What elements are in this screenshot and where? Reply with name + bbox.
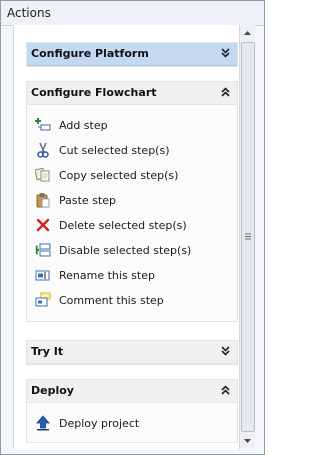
action-rename[interactable]: Rename this step	[27, 263, 237, 288]
action-paste[interactable]: Paste step	[27, 188, 237, 213]
action-label: Paste step	[59, 194, 116, 207]
action-cut[interactable]: Cut selected step(s)	[27, 138, 237, 163]
chevron-double-up-icon[interactable]	[220, 385, 231, 396]
actions-content: Configure Platform Configure Flowchart A…	[13, 25, 241, 449]
action-copy[interactable]: Copy selected step(s)	[27, 163, 237, 188]
copy-icon	[35, 167, 50, 182]
panel-title: Actions	[7, 6, 51, 20]
scissors-icon	[37, 142, 49, 158]
action-label: Rename this step	[59, 269, 155, 282]
chevron-double-down-icon[interactable]	[220, 48, 231, 59]
scroll-down-arrow-icon[interactable]	[240, 433, 255, 449]
action-label: Copy selected step(s)	[59, 169, 179, 182]
section-try-it: Try It	[26, 340, 238, 365]
action-delete[interactable]: Delete selected step(s)	[27, 213, 237, 238]
action-label: Delete selected step(s)	[59, 219, 187, 232]
action-label: Comment this step	[59, 294, 164, 307]
section-header-configure-platform[interactable]: Configure Platform	[27, 43, 237, 66]
section-title: Configure Platform	[31, 47, 149, 60]
panel-titlebar: Actions	[1, 1, 264, 26]
action-deploy-project[interactable]: Deploy project	[27, 411, 237, 436]
action-label: Deploy project	[59, 417, 140, 430]
paste-icon	[36, 193, 50, 208]
section-title: Try It	[31, 345, 64, 358]
action-disable[interactable]: Disable selected step(s)	[27, 238, 237, 263]
disable-step-icon	[35, 243, 51, 257]
section-configure-flowchart: Configure Flowchart Add step Cut selecte…	[26, 81, 238, 322]
action-add-step[interactable]: Add step	[27, 113, 237, 138]
action-label: Cut selected step(s)	[59, 144, 170, 157]
section-header-deploy[interactable]: Deploy	[27, 380, 237, 403]
section-title: Deploy	[31, 384, 74, 397]
section-header-configure-flowchart[interactable]: Configure Flowchart	[27, 82, 237, 105]
chevron-double-down-icon[interactable]	[220, 346, 231, 357]
section-deploy: Deploy Deploy project	[26, 379, 238, 443]
action-label: Add step	[59, 119, 108, 132]
section-configure-platform: Configure Platform	[26, 42, 238, 67]
deploy-arrow-icon	[36, 415, 50, 431]
scrollbar-grip-icon	[245, 233, 251, 240]
add-step-icon	[35, 118, 51, 131]
delete-x-icon	[36, 218, 50, 232]
scrollbar-thumb[interactable]	[241, 42, 255, 432]
action-label: Disable selected step(s)	[59, 244, 192, 257]
section-title: Configure Flowchart	[31, 86, 157, 99]
section-header-try-it[interactable]: Try It	[27, 341, 237, 364]
vertical-scrollbar[interactable]	[239, 25, 255, 449]
rename-icon	[35, 270, 50, 281]
actions-panel: Actions Configure Platform Configure Flo…	[0, 0, 265, 455]
chevron-double-up-icon[interactable]	[220, 87, 231, 98]
scroll-up-arrow-icon[interactable]	[240, 25, 255, 41]
action-comment[interactable]: Comment this step	[27, 288, 237, 313]
comment-icon	[35, 292, 51, 307]
